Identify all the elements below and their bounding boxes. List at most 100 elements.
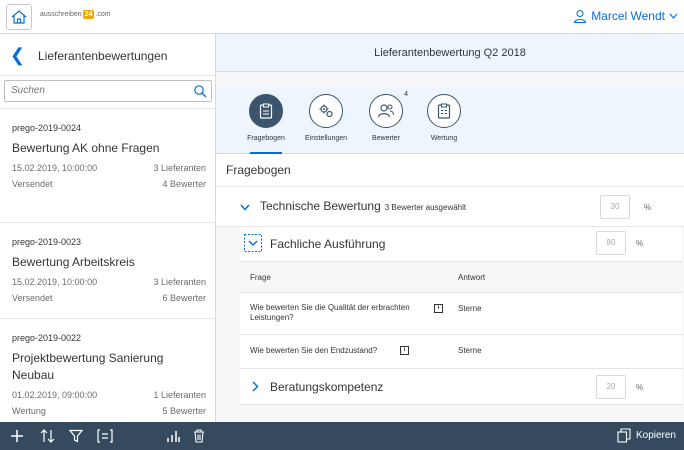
item-row-2: Wertung 5 Bewerter — [12, 406, 206, 416]
item-row-1: 01.02.2019, 09:00:00 1 Lieferanten — [12, 390, 206, 400]
chevron-down-icon — [669, 13, 678, 19]
filter-button[interactable] — [62, 429, 90, 443]
info-icon[interactable]: i — [434, 304, 443, 313]
item-status: Wertung — [12, 406, 46, 416]
item-row-1: 15.02.2019, 10:00:00 3 Lieferanten — [12, 277, 206, 287]
group-title-text: Technische Bewertung — [260, 199, 381, 213]
logo-badge: 24 — [82, 10, 95, 19]
sort-button[interactable] — [34, 429, 62, 443]
tab-label: Fragebogen — [247, 135, 285, 142]
user-name: Marcel Wendt — [591, 9, 665, 23]
subgroup-header[interactable]: Fachliche Ausführung 80 % — [240, 227, 682, 261]
filter-icon — [69, 429, 83, 443]
tab-wertung[interactable]: Wertung — [414, 94, 474, 142]
table-row[interactable]: Wie bewerten Sie die Qualität der erbrac… — [240, 293, 682, 335]
item-title: Bewertung Arbeitskreis — [12, 255, 135, 269]
master-toolbar — [0, 422, 216, 450]
item-raters: 5 Bewerter — [162, 406, 206, 416]
tab-bewerter[interactable]: 4 Bewerter — [356, 91, 416, 142]
weight-input[interactable]: 30 — [600, 195, 630, 219]
list-item[interactable]: prego-2019-0024 Bewertung AK ohne Fragen… — [0, 108, 215, 222]
tab-circle — [249, 94, 283, 128]
app-logo: ausschreiben 24 .com — [40, 10, 111, 19]
item-title: Bewertung AK ohne Fragen — [12, 141, 160, 155]
item-date: 01.02.2019, 09:00:00 — [12, 390, 98, 400]
user-menu[interactable]: Marcel Wendt — [573, 9, 678, 23]
item-row-1: 15.02.2019, 10:00:00 3 Lieferanten — [12, 163, 206, 173]
chevron-right-icon[interactable] — [252, 381, 259, 392]
question-table-header: Frage Antwort — [240, 261, 682, 293]
tab-einstellungen[interactable]: Einstellungen — [296, 94, 356, 142]
logo-text-right: .com — [95, 11, 111, 18]
detail-title: Lieferantenbewertung Q2 2018 — [216, 34, 684, 72]
master-title: Lieferantenbewertungen — [38, 49, 168, 63]
home-icon — [11, 10, 27, 24]
tab-circle: 4 — [369, 91, 408, 128]
list-item[interactable]: prego-2019-0023 Bewertung Arbeitskreis 1… — [0, 222, 215, 318]
add-button[interactable] — [0, 429, 34, 443]
item-status: Versendet — [12, 179, 53, 189]
chevron-down-icon[interactable] — [240, 204, 250, 211]
tab-fragebogen[interactable]: Fragebogen — [236, 94, 296, 154]
home-button[interactable] — [6, 4, 32, 30]
percent-label: % — [644, 203, 652, 212]
tab-circle — [309, 94, 343, 128]
subgroup-beratungskompetenz[interactable]: Beratungskompetenz 20 % — [240, 369, 682, 405]
collapse-box-icon[interactable] — [244, 234, 262, 252]
delete-button[interactable] — [186, 429, 212, 443]
icon-tab-bar: Fragebogen Einstellungen 4 Bewerter Wert… — [216, 86, 684, 154]
section-title: Fragebogen — [216, 154, 684, 187]
item-suppliers: 3 Lieferanten — [153, 277, 206, 287]
group-button[interactable] — [90, 429, 120, 443]
item-status: Versendet — [12, 293, 53, 303]
plus-icon — [11, 430, 23, 442]
gears-icon — [319, 104, 333, 118]
detail-toolbar: Kopieren — [216, 422, 684, 450]
group-title: Technische Bewertung 3 Bewerter ausgewähl… — [260, 199, 466, 213]
shell-bar: ausschreiben 24 .com Marcel Wendt — [0, 0, 684, 34]
search-input[interactable] — [11, 85, 181, 96]
weight-input[interactable]: 20 — [596, 375, 626, 399]
group-technische-bewertung[interactable]: Technische Bewertung 3 Bewerter ausgewähl… — [216, 187, 684, 227]
column-frage: Frage — [250, 273, 271, 282]
answer-type: Sterne — [458, 304, 482, 313]
percent-label: % — [636, 383, 644, 392]
group-icon — [97, 429, 113, 443]
questionnaire-panel: Technische Bewertung 3 Bewerter ausgewähl… — [216, 187, 684, 405]
answer-type: Sterne — [458, 346, 482, 355]
copy-icon — [617, 428, 631, 443]
item-raters: 6 Bewerter — [162, 293, 206, 303]
trash-icon — [194, 429, 204, 443]
item-raters: 4 Bewerter — [162, 179, 206, 189]
list-item[interactable]: prego-2019-0022 Projektbewertung Sanieru… — [0, 318, 215, 422]
tab-count: 4 — [404, 91, 408, 98]
clipboard-icon — [259, 103, 273, 119]
master-list: ❮ Lieferantenbewertungen prego-2019-0024… — [0, 34, 216, 422]
back-arrow-icon[interactable]: ❮ — [10, 45, 25, 66]
item-title: Projektbewertung Sanierung Neubau — [12, 351, 164, 382]
item-date: 15.02.2019, 10:00:00 — [12, 163, 98, 173]
copy-label: Kopieren — [635, 430, 676, 441]
search-icon[interactable] — [193, 84, 207, 98]
tab-label: Wertung — [430, 135, 458, 142]
weight-input[interactable]: 80 — [596, 231, 626, 255]
chart-button[interactable] — [160, 429, 186, 443]
question-text: Wie bewerten Sie den Endzustand? — [250, 346, 378, 355]
subgroup-title: Fachliche Ausführung — [270, 237, 386, 251]
question-text: Wie bewerten Sie die Qualität der erbrac… — [250, 303, 410, 322]
item-suppliers: 1 Lieferanten — [153, 390, 206, 400]
tab-label: Einstellungen — [304, 135, 348, 142]
table-row[interactable]: Wie bewerten Sie den Endzustand? i Stern… — [240, 335, 682, 369]
column-antwort: Antwort — [458, 273, 486, 282]
item-row-2: Versendet 4 Bewerter — [12, 179, 206, 189]
bar-chart-icon — [167, 431, 180, 442]
copy-button[interactable]: Kopieren — [617, 428, 676, 443]
logo-text-left: ausschreiben — [40, 11, 82, 18]
group-subtitle: 3 Bewerter ausgewählt — [384, 203, 467, 212]
info-icon[interactable]: i — [400, 346, 409, 355]
sort-icon — [40, 429, 55, 443]
item-id: prego-2019-0022 — [12, 333, 82, 343]
checklist-icon — [437, 103, 451, 119]
subgroup-fachliche-ausfuehrung: Fachliche Ausführung 80 % Frage Antwort … — [240, 227, 682, 405]
people-icon — [377, 104, 395, 118]
